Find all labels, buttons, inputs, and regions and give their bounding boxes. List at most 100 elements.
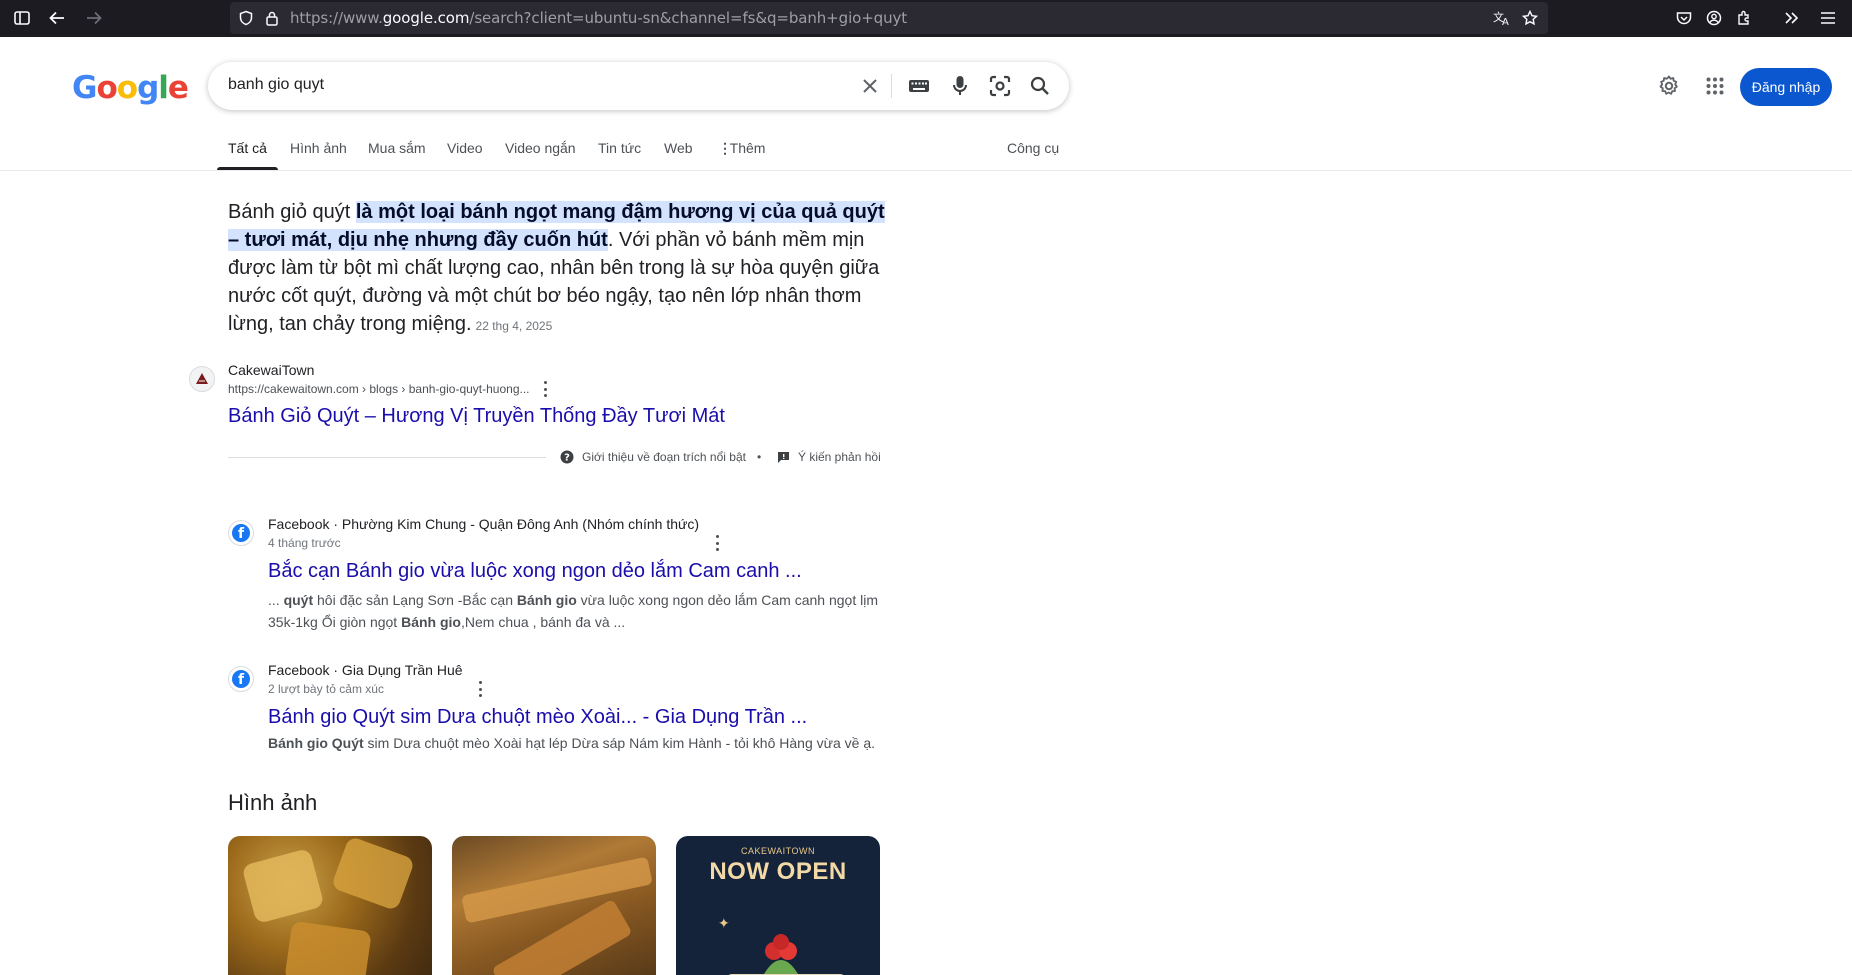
search-input[interactable]: banh gio quyt [228, 76, 324, 94]
more-kebab-icon: ⋮ [718, 140, 732, 156]
url-path: /search?client=ubuntu-sn&channel=fs&q=ba… [469, 9, 908, 27]
result-more-icon[interactable] [714, 535, 720, 551]
menu-hamburger-icon[interactable] [1818, 8, 1838, 28]
svg-text:✦: ✦ [718, 916, 730, 932]
about-snippets-label: Giới thiệu về đoạn trích nổi bật [582, 450, 746, 464]
pocket-icon[interactable] [1674, 8, 1694, 28]
translate-icon[interactable]: 文A [1492, 8, 1512, 28]
search-icon[interactable] [1028, 74, 1052, 98]
keyboard-icon[interactable] [907, 74, 931, 98]
image-result-thumbnail[interactable] [228, 836, 432, 975]
tab-more-label: Thêm [729, 140, 766, 156]
bullet-separator: • [757, 450, 762, 464]
feedback-link[interactable]: Ý kiến phản hồi [776, 450, 881, 464]
back-arrow-icon[interactable] [47, 8, 67, 28]
search-divider [891, 74, 892, 98]
snippet-more-icon[interactable] [542, 381, 548, 397]
google-logo[interactable]: Google [72, 70, 189, 106]
sidebar-toggle-icon[interactable] [12, 8, 32, 28]
tools-button[interactable]: Công cụ [1007, 140, 1059, 156]
cake-illustration-icon: ✦ [718, 916, 844, 975]
tab-web[interactable]: Web [664, 140, 693, 156]
overflow-chevrons-icon[interactable] [1782, 8, 1802, 28]
desc-bold: Bánh gio [516, 592, 577, 608]
result-more-icon[interactable] [477, 681, 483, 697]
facebook-logo-icon: f [232, 670, 250, 688]
facebook-logo-icon: f [232, 524, 250, 542]
clear-icon[interactable] [858, 74, 882, 98]
apps-grid-icon[interactable] [1703, 74, 1727, 98]
tab-all[interactable]: Tất cả [228, 140, 267, 156]
facebook-favicon[interactable]: f [228, 520, 254, 546]
url-prefix: https://www. [290, 9, 383, 27]
featured-snippet-text: Bánh giỏ quýt là một loại bánh ngọt mang… [228, 198, 888, 340]
logo-letter: o [116, 70, 138, 106]
forward-arrow-icon[interactable] [84, 8, 104, 28]
snippet-date: 22 thg 4, 2025 [475, 319, 553, 333]
food-chunk-shape [461, 856, 653, 924]
snippet-result-title[interactable]: Bánh Giỏ Quýt – Hương Vị Truyền Thống Đầ… [228, 405, 725, 428]
result-meta: 4 tháng trước [268, 536, 341, 550]
desc-bold: quýt [283, 592, 314, 608]
logo-letter: G [72, 70, 97, 106]
logo-letter: g [137, 70, 159, 106]
url-domain: google.com [382, 9, 470, 27]
logo-letter: e [167, 70, 189, 106]
logo-letter: o [96, 70, 117, 106]
snippet-source-name[interactable]: CakewaiTown [228, 362, 314, 378]
tab-videos[interactable]: Video [447, 140, 483, 156]
search-tabs: Tất cả Hình ảnh Mua sắm Video Video ngắn… [0, 130, 1852, 171]
logo-letter: l [158, 70, 169, 106]
result-source[interactable]: Facebook · Phường Kim Chung - Quận Đông … [268, 516, 699, 532]
svg-text:?: ? [564, 453, 570, 464]
food-chunk-shape [241, 847, 325, 925]
image-result-thumbnail[interactable] [452, 836, 656, 975]
result-meta: 2 lượt bày tỏ cảm xúc [268, 682, 384, 696]
food-chunk-shape [284, 920, 372, 975]
lens-camera-icon[interactable] [988, 74, 1012, 98]
tab-shopping[interactable]: Mua sắm [368, 140, 426, 156]
desc-text: hôi đặc sản Lạng Sơn -Bắc cạn [313, 592, 517, 608]
account-icon[interactable] [1704, 8, 1724, 28]
facebook-favicon[interactable]: f [228, 666, 254, 692]
image-result-thumbnail[interactable]: CAKEWAITOWN NOW OPEN ✦ [676, 836, 880, 975]
tracking-shield-icon[interactable] [236, 8, 256, 28]
tab-news[interactable]: Tin tức [598, 140, 641, 156]
image-brand-text: CAKEWAITOWN [740, 846, 815, 856]
about-featured-snippets-link[interactable]: ? Giới thiệu về đoạn trích nổi bật [560, 450, 746, 464]
result-source[interactable]: Facebook · Gia Dụng Trần Huê [268, 662, 463, 678]
food-chunk-shape [330, 836, 416, 912]
active-tab-indicator [217, 167, 278, 170]
desc-bold: Bánh gio Quýt [268, 735, 364, 751]
search-box[interactable]: banh gio quyt [208, 62, 1069, 110]
desc-text: ... [268, 592, 284, 608]
snippet-lead: Bánh giỏ quýt [228, 201, 356, 223]
lock-icon[interactable] [262, 8, 282, 28]
address-bar[interactable]: https://www.google.com/search?client=ubu… [230, 2, 1548, 34]
tab-images[interactable]: Hình ảnh [290, 140, 347, 156]
result-title[interactable]: Bắc cạn Bánh gio vừa luộc xong ngon dẻo … [268, 560, 802, 583]
images-section-title: Hình ảnh [228, 790, 318, 815]
cakewaitown-favicon[interactable] [189, 366, 215, 392]
desc-text: ,Nem chua , bánh đa và ... [460, 614, 626, 630]
snippet-source-url[interactable]: https://cakewaitown.com › blogs › banh-g… [228, 382, 530, 396]
url-text[interactable]: https://www.google.com/search?client=ubu… [290, 9, 907, 27]
bookmark-star-icon[interactable] [1520, 8, 1540, 28]
image-headline-text: NOW OPEN [709, 858, 847, 885]
desc-text: vừa luộc xong ngon dẻo lắm Cam canh ngọt… [576, 592, 878, 608]
extensions-icon[interactable] [1734, 8, 1754, 28]
microphone-icon[interactable] [948, 74, 972, 98]
feedback-icon [776, 450, 790, 464]
svg-text:A: A [1502, 17, 1509, 26]
feedback-label: Ý kiến phản hồi [798, 450, 881, 464]
help-circle-icon: ? [560, 450, 574, 464]
tab-more[interactable]: ⋮ Thêm [718, 140, 765, 157]
result-snippet: ... quýt hôi đặc sản Lạng Sơn -Bắc cạn B… [268, 589, 892, 633]
settings-gear-icon[interactable] [1657, 74, 1681, 98]
browser-toolbar: https://www.google.com/search?client=ubu… [0, 0, 1852, 37]
desc-text: sim Dưa chuột mèo Xoài hạt lép Dừa sáp N… [363, 735, 876, 751]
desc-text: 35k-1kg Ổi giòn ngọt [268, 614, 402, 630]
tab-short-videos[interactable]: Video ngắn [505, 140, 576, 156]
sign-in-button[interactable]: Đăng nhập [1740, 68, 1832, 106]
result-title[interactable]: Bánh gio Quýt sim Dưa chuột mèo Xoài... … [268, 706, 807, 729]
